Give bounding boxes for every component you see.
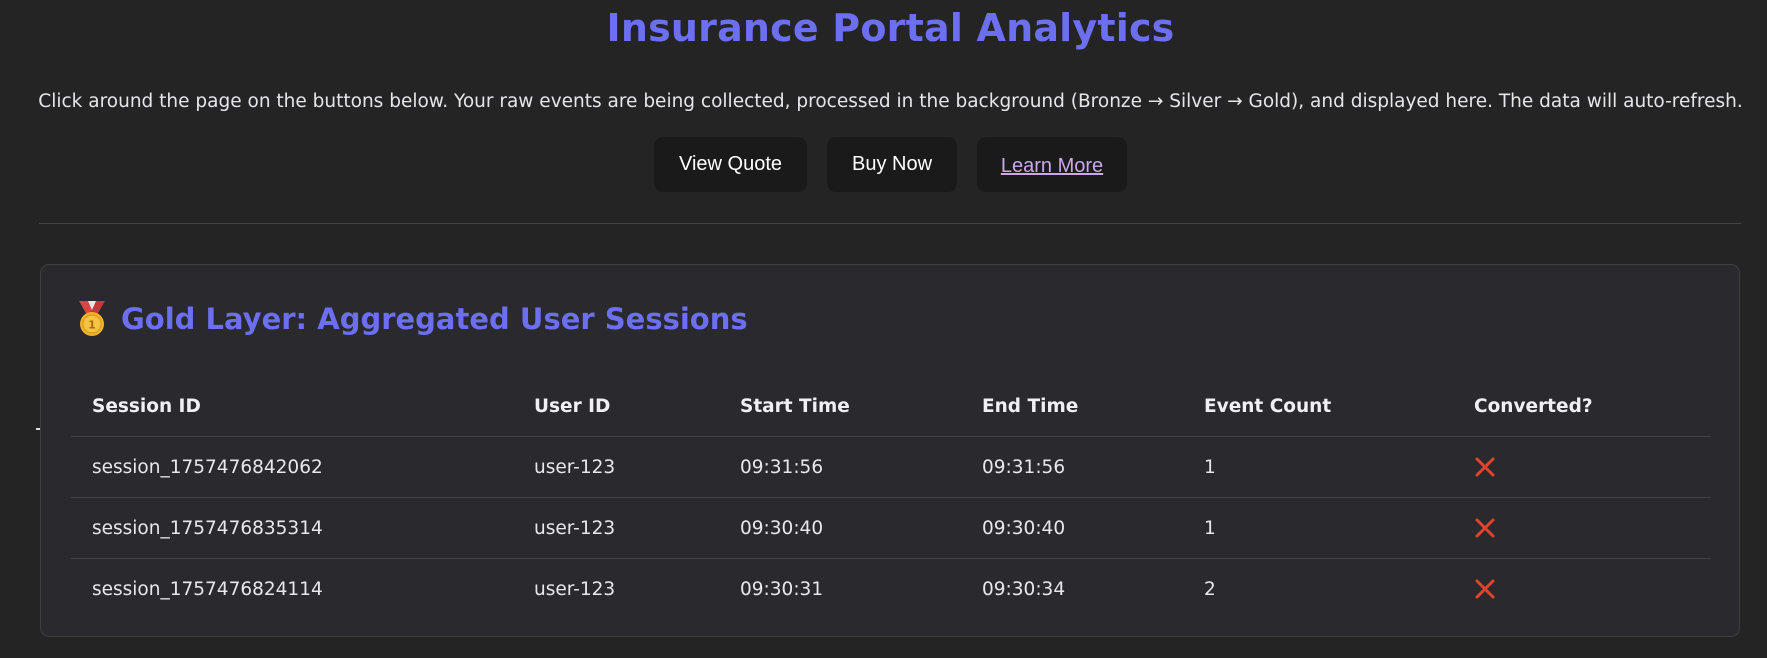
user-id-cell: user-123 [513,497,719,559]
page-title: Insurance Portal Analytics [606,6,1175,50]
learn-more-link[interactable]: Learn More [977,137,1127,192]
table-row: session_1757476842062 user-123 09:31:56 … [71,436,1711,498]
column-header-session-id: Session ID [71,376,513,437]
start-time-cell: 09:30:40 [719,497,961,559]
cross-icon [1475,518,1495,538]
session-id-cell: session_1757476824114 [92,578,323,600]
medal-icon: 1 [79,301,105,336]
column-header-start-time: Start Time [719,376,961,437]
session-id-cell: session_1757476842062 [71,436,513,498]
sessions-table: Session ID User ID Start Time End Time E… [71,376,1711,619]
table-header-row: Session ID User ID Start Time End Time E… [71,376,1711,437]
cross-icon [1475,579,1495,599]
start-time-cell: 09:31:56 [719,436,961,498]
event-count-cell: 2 [1204,578,1216,600]
column-header-user-id: User ID [513,376,719,437]
gold-layer-card: 1 Gold Layer: Aggregated User Sessions S… [40,264,1740,637]
end-time-cell: 09:30:40 [961,497,1183,559]
buy-now-button[interactable]: Buy Now [827,137,957,192]
card-header: 1 Gold Layer: Aggregated User Sessions [75,301,748,337]
start-time-cell: 09:30:31 [740,578,824,600]
event-count-cell: 1 [1183,497,1453,559]
converted-cell [1453,559,1711,620]
column-header-event-count: Event Count [1183,376,1453,437]
converted-cell [1453,497,1711,559]
cross-icon [1475,457,1495,477]
end-time-cell: 09:30:34 [982,578,1066,600]
table-row: session_1757476835314 user-123 09:30:40 … [71,497,1711,559]
user-id-cell: user-123 [534,578,616,600]
card-title: Gold Layer: Aggregated User Sessions [121,302,748,336]
end-time-cell: 09:31:56 [961,436,1183,498]
page: Insurance Portal Analytics Click around … [0,0,1767,658]
user-id-cell: user-123 [513,436,719,498]
action-buttons: View Quote Buy Now Learn More [0,137,1767,192]
converted-cell [1453,436,1711,498]
table-row: session_1757476824114 user-123 09:30:31 … [71,559,1711,620]
column-header-converted: Converted? [1453,376,1711,437]
event-count-cell: 1 [1183,436,1453,498]
session-id-cell: session_1757476835314 [71,497,513,559]
svg-text:1: 1 [88,319,96,332]
view-quote-button[interactable]: View Quote [654,137,807,192]
column-header-end-time: End Time [961,376,1183,437]
divider [39,223,1741,224]
intro-text: Click around the page on the buttons bel… [38,91,1743,112]
